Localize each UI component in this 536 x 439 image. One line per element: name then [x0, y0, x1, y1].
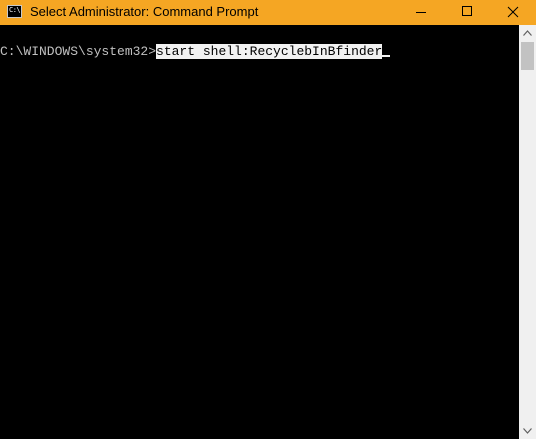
window-title: Select Administrator: Command Prompt — [30, 4, 259, 19]
cmd-icon-glyph: C:\ — [9, 6, 21, 14]
vertical-scrollbar[interactable] — [519, 25, 536, 439]
maximize-button[interactable] — [444, 0, 490, 25]
maximize-icon — [462, 6, 472, 16]
cmd-icon[interactable]: C:\ — [7, 5, 22, 18]
console-output[interactable]: C:\WINDOWS\system32>start shell:Recycleb… — [0, 25, 519, 439]
minimize-button[interactable] — [398, 0, 444, 25]
command-line[interactable]: C:\WINDOWS\system32>start shell:Recycleb… — [0, 44, 391, 60]
chevron-down-icon — [523, 428, 532, 434]
scroll-down-button[interactable] — [519, 422, 536, 439]
text-cursor — [382, 55, 391, 57]
close-button[interactable] — [490, 0, 536, 25]
scroll-up-button[interactable] — [519, 25, 536, 42]
title-bar[interactable]: C:\ Select Administrator: Command Prompt — [0, 0, 536, 25]
selected-command-text[interactable]: start shell:RecyclebInBfinder — [156, 44, 383, 59]
console-prompt: C:\WINDOWS\system32> — [0, 44, 157, 59]
chevron-up-icon — [523, 30, 532, 36]
scroll-thumb[interactable] — [521, 42, 534, 70]
minimize-icon — [416, 12, 426, 13]
command-prompt-window: C:\ Select Administrator: Command Prompt… — [0, 0, 536, 439]
close-icon — [507, 6, 519, 18]
